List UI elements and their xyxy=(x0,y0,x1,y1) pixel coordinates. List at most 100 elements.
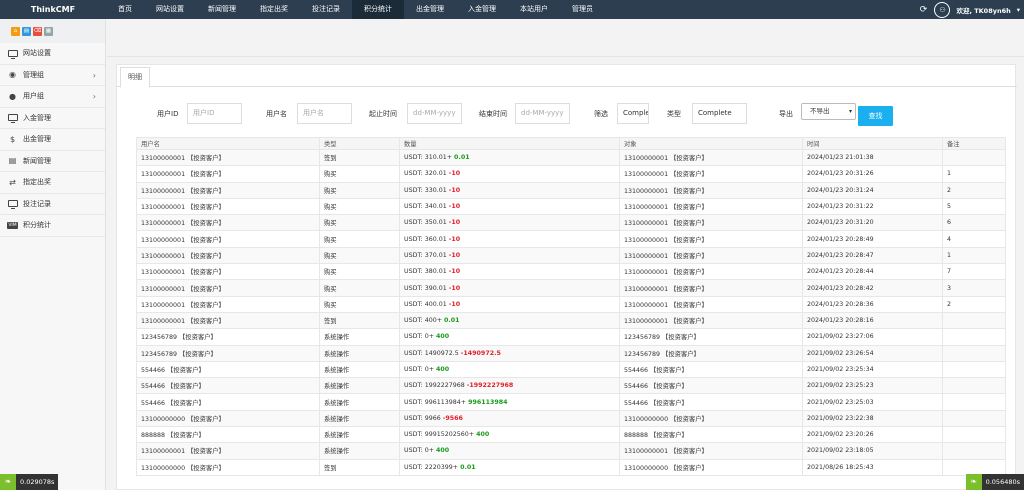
sidebar-item-label: 用户组 xyxy=(23,92,44,101)
sidebar-item[interactable]: ● 用户组 › xyxy=(0,86,105,108)
cell-note: 2 xyxy=(942,295,1006,313)
cell-amount: USDT: 400+ 0.01 xyxy=(399,311,620,330)
cell-user: 888888 【投资客户】 xyxy=(136,426,320,444)
amount-delta: 400 xyxy=(476,431,490,439)
cell-type: 系统操作 xyxy=(319,360,400,379)
end-time-input[interactable]: dd-MM-yyyy xyxy=(515,103,570,124)
nav-item[interactable]: 本站用户 xyxy=(508,0,560,19)
nav-item[interactable]: 出金管理 xyxy=(404,0,456,19)
amount-base: USDT: 330.01 xyxy=(404,186,449,194)
column-header[interactable]: 对象 xyxy=(619,137,803,150)
sidebar-item[interactable]: ▤ 新闻管理 xyxy=(0,151,105,172)
export-select[interactable]: 不导出 ▾ xyxy=(801,103,856,120)
user-greeting[interactable]: 欢迎, TK08yn6h xyxy=(956,5,1010,15)
grid-icon[interactable]: ▦ xyxy=(44,26,53,36)
nav-item[interactable]: 入金管理 xyxy=(456,0,508,19)
user-id-label: 用户ID xyxy=(157,110,179,118)
start-time-input[interactable]: dd-MM-yyyy xyxy=(407,103,462,124)
cell-target: 13100000001 【投资客户】 xyxy=(619,279,803,297)
end-time-label: 结束时间 xyxy=(479,110,507,118)
type-label: 类型 xyxy=(667,110,681,118)
amount-base: USDT: 360.01 xyxy=(404,235,449,243)
sidebar-item[interactable]: VIM 积分统计 xyxy=(0,215,105,237)
cell-time: 2021/09/02 23:25:23 xyxy=(802,377,943,395)
sidebar-item[interactable]: 投注记录 xyxy=(0,194,105,215)
export-select-value: 不导出 xyxy=(810,107,830,115)
chevron-down-icon: ▾ xyxy=(848,108,852,115)
sidebar-item[interactable]: ⇄ 指定出奖 xyxy=(0,172,105,194)
cell-time: 2024/01/23 20:28:49 xyxy=(802,230,943,248)
amount-delta: 996113984 xyxy=(468,398,508,406)
amount-base: USDT: 9966 xyxy=(404,414,443,422)
cell-note: 6 xyxy=(942,214,1006,232)
document-icon[interactable]: ▤ xyxy=(22,26,31,36)
username-input[interactable]: 用户名 xyxy=(297,103,352,124)
cell-target: 13100000001 【投资客户】 xyxy=(619,214,803,232)
sidebar-item[interactable]: $ 出金管理 xyxy=(0,129,105,151)
cell-target: 13100000001 【投资客户】 xyxy=(619,181,803,199)
amount-delta: 0.01 xyxy=(454,154,470,162)
amount-base: USDT: 400+ xyxy=(404,317,445,325)
nav-item[interactable]: 首页 xyxy=(106,0,144,19)
table-row: 13100000001 【投资客户】 系统操作 USDT: 0+ 400 131000… xyxy=(136,442,1006,460)
brand-logo[interactable]: ThinkCMF xyxy=(0,0,106,19)
chevron-right-icon: › xyxy=(92,92,96,101)
cell-time: 2021/09/02 23:25:34 xyxy=(802,360,943,379)
debug-timer-left[interactable]: ❧ 0.029078s xyxy=(0,474,59,490)
nav-item[interactable]: 指定出奖 xyxy=(248,0,300,19)
cell-user: 13100000001 【投资客户】 xyxy=(136,230,320,248)
sidebar-item-label: 新闻管理 xyxy=(23,156,51,165)
amount-delta: 400 xyxy=(436,366,450,373)
nav-item[interactable]: 投注记录 xyxy=(300,0,352,19)
cell-note xyxy=(942,393,1006,411)
cell-user: 13100000001 【投资客户】 xyxy=(136,263,320,281)
amount-base: USDT: 996113984+ xyxy=(404,398,469,406)
user-id-input[interactable]: 用户ID xyxy=(187,103,242,124)
chevron-right-icon: › xyxy=(92,70,96,80)
column-header[interactable]: 类型 xyxy=(319,137,400,150)
sidebar-item-label: 入金管理 xyxy=(23,113,51,122)
cell-target: 13100000000 【投资客户】 xyxy=(619,458,803,476)
cell-time: 2024/01/23 20:31:22 xyxy=(802,197,943,216)
nav-item[interactable]: 管理员 xyxy=(560,0,605,19)
column-header[interactable]: 用户名 xyxy=(136,137,320,150)
column-header[interactable]: 备注 xyxy=(942,137,1006,150)
table-row: 13100000000 【投资客户】 系统操作 USDT: 9966 -9566 13… xyxy=(136,409,1006,428)
type-input[interactable]: Complete xyxy=(692,103,747,124)
sidebar-item[interactable]: 网站设置 xyxy=(0,43,105,65)
nav-item[interactable]: 网站设置 xyxy=(144,0,196,19)
amount-base: USDT: 1992227968 xyxy=(404,382,467,390)
amount-base: USDT: 370.01 xyxy=(404,251,449,259)
filter-label: 筛选 xyxy=(594,110,608,118)
cell-type: 购买 xyxy=(319,230,400,248)
sidebar-item[interactable]: ◉ 管理组 › xyxy=(0,65,105,86)
column-header[interactable]: 数量 xyxy=(399,137,620,150)
monitor-icon xyxy=(7,49,18,59)
filter-input[interactable]: Comple xyxy=(617,103,649,124)
news-icon: ▤ xyxy=(8,156,17,166)
nav-item[interactable]: 积分统计 xyxy=(352,0,404,19)
home-icon[interactable]: ⌂ xyxy=(11,26,20,36)
search-button[interactable]: 查找 xyxy=(858,106,893,126)
shortcut-buttons: ⌂ ▤ ⌫ ▦ xyxy=(0,19,105,43)
debug-time-right: 0.056480s xyxy=(985,478,1020,486)
username-label: 用户名 xyxy=(266,110,287,118)
cell-amount: USDT: 0+ 400 xyxy=(399,360,620,379)
column-header[interactable]: 时间 xyxy=(802,137,943,150)
cell-user: 554466 【投资客户】 xyxy=(136,360,320,379)
cell-amount: USDT: 996113984+ 996113984 xyxy=(399,393,620,411)
tab-detail[interactable]: 明细 xyxy=(120,67,150,88)
sidebar-item[interactable]: 入金管理 xyxy=(0,108,105,129)
delete-icon[interactable]: ⌫ xyxy=(33,26,42,36)
monitor-icon xyxy=(7,199,18,210)
caret-down-icon[interactable]: ▾ xyxy=(1017,6,1020,14)
cell-amount: USDT: 390.01 -10 xyxy=(399,279,620,297)
table-row: 554466 【投资客户】 系统操作 USDT: 0+ 400 554466 【投资客… xyxy=(136,360,1006,379)
refresh-icon[interactable]: ⟳ xyxy=(918,5,928,15)
debug-timer-right[interactable]: ❧ 0.056480s xyxy=(965,474,1024,490)
cell-type: 购买 xyxy=(319,263,400,281)
cell-note: 4 xyxy=(942,230,1006,248)
nav-item[interactable]: 新闻管理 xyxy=(196,0,248,19)
cell-target: 13100000001 【投资客户】 xyxy=(619,165,803,183)
avatar-icon[interactable]: ⚇ xyxy=(934,1,951,18)
